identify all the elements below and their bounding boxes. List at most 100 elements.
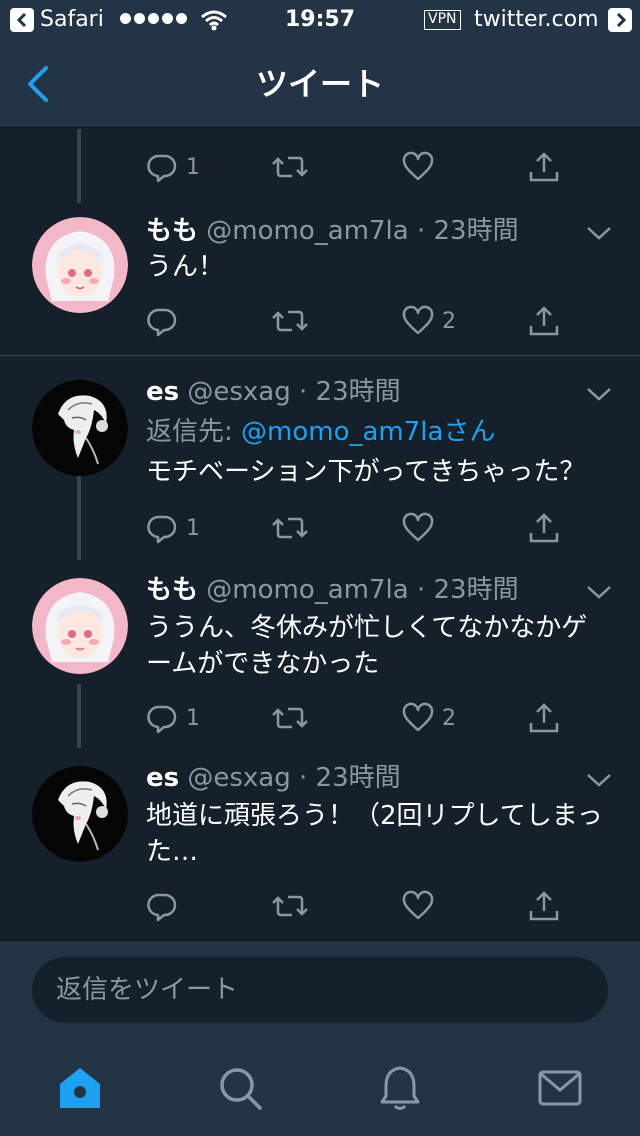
- reply-icon: [147, 154, 177, 183]
- avatar-momo-image: [32, 578, 128, 674]
- heart-icon: [402, 702, 434, 732]
- user-handle[interactable]: @esxag: [187, 377, 290, 407]
- tweet-text: モチベーション下がってきちゃった？: [146, 457, 586, 487]
- reply-icon: [147, 308, 177, 337]
- like-count: 2: [442, 308, 456, 334]
- tweet-actions: 2: [146, 305, 586, 337]
- reply-icon: [147, 515, 177, 544]
- reply-to-suffix[interactable]: さん: [443, 417, 495, 447]
- share-icon: [529, 891, 559, 921]
- search-icon[interactable]: [216, 1064, 264, 1112]
- tweet-text-line: ううん、冬休みが忙しくてなかなかゲ: [146, 613, 588, 643]
- reply-to-label: 返信先:: [146, 417, 233, 447]
- like-button[interactable]: 2: [402, 702, 456, 734]
- share-button[interactable]: [528, 305, 560, 337]
- reply-button[interactable]: 1: [146, 512, 200, 544]
- display-name[interactable]: もも: [146, 216, 198, 246]
- reply-context: 返信先: @momo_am7laさん: [146, 416, 495, 448]
- reply-button[interactable]: [146, 305, 186, 337]
- tweet-actions: 1: [146, 512, 586, 544]
- retweet-icon: [272, 517, 308, 539]
- tweet[interactable]: es @esxag · 23時間 地道に頑張ろう！（2回リプしてしまっ た…: [0, 748, 640, 940]
- reply-count: 1: [186, 705, 200, 731]
- chevron-down-icon[interactable]: [586, 772, 612, 788]
- retweet-button[interactable]: [272, 702, 308, 734]
- reply-button[interactable]: 1: [146, 702, 200, 734]
- tweet-actions: 1: [146, 151, 586, 183]
- avatar[interactable]: [32, 578, 128, 674]
- tab-bar: [0, 1042, 640, 1136]
- tweet-text: ううん、冬休みが忙しくてなかなかゲ ームができなかった: [146, 610, 616, 682]
- user-handle[interactable]: @momo_am7la: [206, 575, 408, 605]
- tweet-text: うん！: [146, 252, 225, 282]
- retweet-icon: [272, 156, 308, 178]
- navigation-bar: ツイート: [0, 40, 640, 128]
- avatar[interactable]: [32, 380, 128, 476]
- chevron-down-icon[interactable]: [586, 584, 612, 600]
- tweet[interactable]: もも @momo_am7la · 23時間 ううん、冬休みが忙しくてなかなかゲ …: [0, 560, 640, 748]
- reply-to-handle-link[interactable]: @momo_am7la: [241, 417, 443, 447]
- reply-count: 1: [186, 154, 200, 180]
- retweet-button[interactable]: [272, 512, 308, 544]
- tweet[interactable]: もも @momo_am7la · 23時間 うん！ 2: [0, 209, 640, 356]
- chevron-down-icon[interactable]: [586, 386, 612, 402]
- like-count: 2: [442, 705, 456, 731]
- tweet-thread[interactable]: 1 もも @momo_am7la · 23時間 うん！ 2 es @esxag …: [0, 129, 640, 940]
- tweet-text-line: ームができなかった: [146, 649, 380, 679]
- user-handle[interactable]: @esxag: [187, 763, 290, 793]
- display-name[interactable]: es: [146, 763, 179, 793]
- heart-icon: [402, 512, 434, 542]
- retweet-button[interactable]: [272, 305, 308, 337]
- chevron-down-icon[interactable]: [586, 225, 612, 241]
- avatar[interactable]: [32, 217, 128, 313]
- thread-line: [77, 129, 81, 203]
- share-button[interactable]: [528, 702, 560, 734]
- tweet[interactable]: es @esxag · 23時間 返信先: @momo_am7laさん モチベー…: [0, 356, 640, 560]
- retweet-icon: [272, 310, 308, 332]
- reply-input[interactable]: [32, 957, 608, 1023]
- avatar[interactable]: [32, 766, 128, 862]
- like-button[interactable]: [402, 890, 434, 922]
- page-title: ツイート: [255, 65, 384, 103]
- tweet-time: 23時間: [315, 763, 401, 793]
- heart-icon: [402, 305, 434, 335]
- heart-icon: [402, 151, 434, 181]
- avatar-momo-image: [32, 217, 128, 313]
- messages-icon[interactable]: [536, 1064, 584, 1112]
- thread-line: [77, 476, 81, 560]
- display-name[interactable]: es: [146, 377, 179, 407]
- retweet-button[interactable]: [272, 890, 308, 922]
- reply-button[interactable]: [146, 890, 186, 922]
- share-button[interactable]: [528, 512, 560, 544]
- share-button[interactable]: [528, 151, 560, 183]
- share-button[interactable]: [528, 890, 560, 922]
- tweet-header: es @esxag · 23時間: [146, 763, 401, 793]
- reply-composer: [0, 940, 640, 1042]
- tweet-actions: [146, 890, 586, 922]
- share-icon: [529, 513, 559, 543]
- thread-line: [77, 684, 81, 748]
- like-button[interactable]: 2: [402, 305, 456, 337]
- retweet-icon: [272, 707, 308, 729]
- tweet-text: 地道に頑張ろう！（2回リプしてしまっ た…: [146, 798, 616, 870]
- notifications-icon[interactable]: [376, 1064, 424, 1112]
- home-icon[interactable]: [56, 1064, 104, 1112]
- forward-icon[interactable]: [608, 8, 632, 32]
- vpn-badge: VPN: [424, 10, 461, 30]
- like-button[interactable]: [402, 512, 434, 544]
- share-icon: [529, 306, 559, 336]
- share-icon: [529, 152, 559, 182]
- like-button[interactable]: [402, 151, 434, 183]
- retweet-icon: [272, 895, 308, 917]
- share-icon: [529, 703, 559, 733]
- tweet-header: もも @momo_am7la · 23時間: [146, 216, 519, 246]
- retweet-button[interactable]: [272, 151, 308, 183]
- tweet-time: 23時間: [433, 216, 519, 246]
- display-name[interactable]: もも: [146, 575, 198, 605]
- url-label: twitter.com: [474, 7, 599, 32]
- reply-icon: [147, 705, 177, 734]
- tweet-header: es @esxag · 23時間: [146, 377, 401, 407]
- tweet-header: もも @momo_am7la · 23時間: [146, 575, 519, 605]
- reply-button[interactable]: 1: [146, 151, 200, 183]
- user-handle[interactable]: @momo_am7la: [206, 216, 408, 246]
